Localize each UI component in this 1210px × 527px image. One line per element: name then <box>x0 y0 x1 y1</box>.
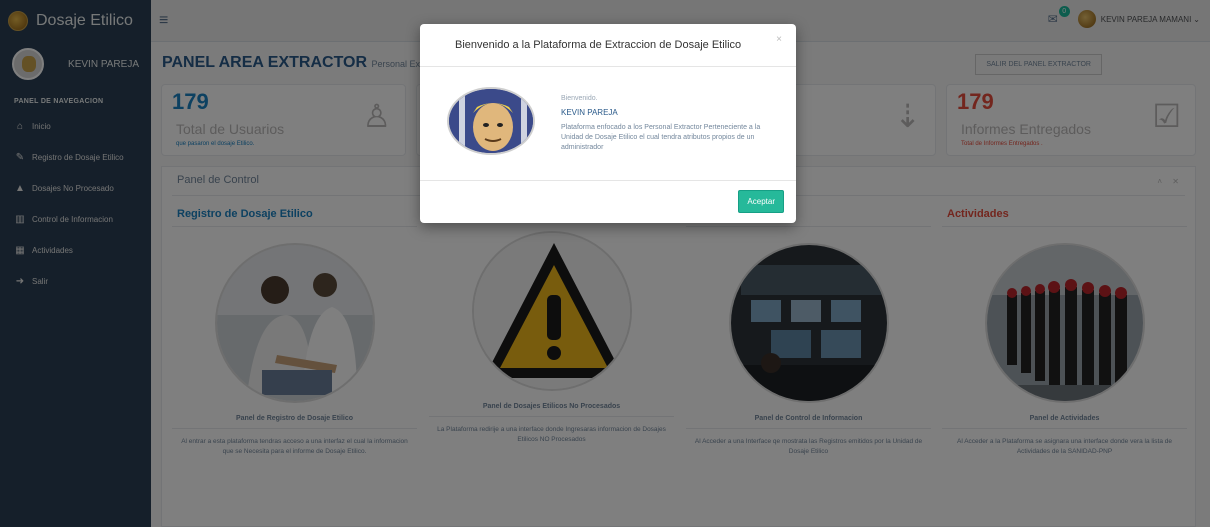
modal-description: Plataforma enfocado a los Personal Extra… <box>561 124 761 151</box>
user-name: KEVIN PAREJA <box>561 108 618 117</box>
profile-picture <box>447 87 535 155</box>
accept-button[interactable]: Aceptar <box>738 190 784 213</box>
modal-title: Bienvenido a la Plataforma de Extraccion… <box>455 39 742 51</box>
modal-body: Bienvenido. KEVIN PAREJA Plataforma enfo… <box>420 67 796 181</box>
welcome-modal: Bienvenido a la Plataforma de Extraccion… <box>420 24 796 223</box>
modal-text: Bienvenido. KEVIN PAREJA Plataforma enfo… <box>561 95 783 153</box>
greeting: Bienvenido. <box>561 95 598 102</box>
close-icon[interactable]: × <box>776 34 782 45</box>
modal-header: Bienvenido a la Plataforma de Extraccion… <box>420 24 796 67</box>
